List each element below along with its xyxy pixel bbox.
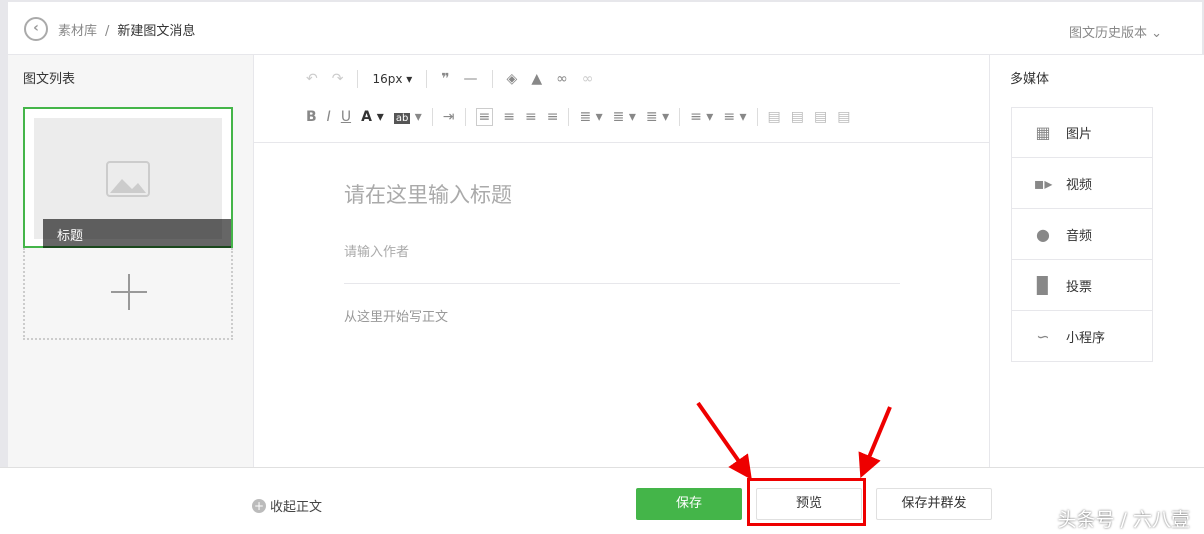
- editor-toolbar: ↶ ↷ 16px ▾ ❞ — ◈ ▲ ∞ ∞ B I U A ▾ ab ▾ ⇥ …: [254, 55, 990, 143]
- spacing-before-icon[interactable]: ≣ ▾: [579, 109, 602, 125]
- mini-program-icon: ∽: [1036, 326, 1050, 346]
- multimedia-title: 多媒体: [1010, 72, 1050, 87]
- microphone-icon: ●: [1036, 224, 1050, 244]
- media-label: 视频: [1066, 177, 1093, 193]
- media-image[interactable]: ▦ 图片: [1011, 107, 1153, 158]
- italic-icon[interactable]: I: [327, 109, 331, 125]
- save-button[interactable]: 保存: [636, 488, 742, 520]
- media-label: 图片: [1066, 127, 1093, 142]
- align-right-icon[interactable]: ≡: [525, 109, 537, 125]
- poll-icon: ▉: [1036, 275, 1050, 295]
- font-size-value: 16px: [372, 72, 403, 86]
- multimedia-panel: 多媒体 ▦ 图片 ▪▸ 视频 ● 音频 ▉ 投票 ∽ 小程序: [990, 55, 1204, 467]
- breadcrumb-separator: /: [105, 24, 110, 39]
- chevron-down-icon: ⌄: [1151, 26, 1162, 41]
- media-audio[interactable]: ● 音频: [1011, 209, 1153, 260]
- author-input[interactable]: 请输入作者: [344, 241, 409, 260]
- font-size-select[interactable]: 16px ▾: [372, 72, 412, 86]
- horizontal-rule-icon[interactable]: —: [464, 71, 478, 87]
- undo-icon[interactable]: ↶: [306, 71, 318, 87]
- save-and-publish-button[interactable]: 保存并群发: [876, 488, 992, 520]
- article-card[interactable]: 标题: [23, 107, 233, 248]
- image-icon: [106, 161, 150, 197]
- align-center-icon[interactable]: ≡: [503, 109, 515, 125]
- media-label: 投票: [1066, 279, 1093, 295]
- cover-placeholder: 标题: [34, 118, 231, 248]
- unlink-icon[interactable]: ∞: [582, 71, 594, 87]
- redo-icon[interactable]: ↷: [332, 71, 344, 87]
- title-input[interactable]: 请在这里输入标题: [344, 179, 512, 209]
- media-mini-program[interactable]: ∽ 小程序: [1011, 311, 1153, 362]
- link-icon[interactable]: ∞: [556, 71, 568, 87]
- page-title: 新建图文消息: [117, 24, 196, 39]
- media-label: 小程序: [1066, 330, 1106, 346]
- divider: [344, 283, 900, 284]
- plus-circle-icon: +: [252, 498, 266, 513]
- ordered-list-icon[interactable]: ≡ ▾: [690, 109, 713, 125]
- watermark: 头条号 / 六八壹: [1057, 509, 1190, 531]
- background-color-icon[interactable]: ab ▾: [393, 109, 422, 125]
- article-list-panel: 图文列表 标题: [8, 55, 253, 467]
- plus-icon: [111, 274, 147, 310]
- image-icon: ▦: [1035, 123, 1051, 142]
- video-icon: ▪▸: [1033, 173, 1053, 193]
- font-color-icon[interactable]: A ▾: [361, 109, 384, 125]
- align-justify-icon[interactable]: ≡: [547, 109, 559, 125]
- collapse-label: 收起正文: [270, 500, 323, 515]
- back-button[interactable]: ‹: [24, 17, 48, 41]
- line-height-icon[interactable]: ≣ ▾: [646, 109, 669, 125]
- format-brush-icon[interactable]: ▲: [531, 71, 542, 87]
- image-float-right-icon[interactable]: ▤: [791, 109, 804, 125]
- breadcrumb: 素材库 / 新建图文消息: [58, 20, 195, 39]
- bold-icon[interactable]: B: [306, 109, 317, 125]
- body-input[interactable]: 从这里开始写正文: [344, 306, 448, 325]
- history-label: 图文历史版本: [1068, 26, 1147, 41]
- media-poll[interactable]: ▉ 投票: [1011, 260, 1153, 311]
- red-arrows-annotation: [696, 401, 892, 480]
- spacing-after-icon[interactable]: ≣ ▾: [613, 109, 636, 125]
- card-caption: 标题: [43, 219, 231, 248]
- article-list-title: 图文列表: [23, 72, 76, 87]
- unordered-list-icon[interactable]: ≡ ▾: [723, 109, 746, 125]
- underline-icon[interactable]: U: [341, 109, 351, 125]
- align-left-icon[interactable]: ≡: [475, 108, 494, 126]
- breadcrumb-library-link[interactable]: 素材库: [58, 24, 97, 39]
- header: ‹ 素材库 / 新建图文消息 图文历史版本 ⌄: [8, 2, 1202, 55]
- image-inline-icon[interactable]: ▤: [814, 109, 827, 125]
- collapse-body-button[interactable]: + 收起正文: [252, 496, 322, 515]
- indent-icon[interactable]: ⇥: [443, 109, 455, 125]
- highlight-box: [747, 478, 866, 526]
- eraser-icon[interactable]: ◈: [507, 71, 518, 87]
- media-video[interactable]: ▪▸ 视频: [1011, 158, 1153, 209]
- add-article-button[interactable]: [23, 248, 233, 340]
- history-versions-dropdown[interactable]: 图文历史版本 ⌄: [1069, 22, 1162, 41]
- image-float-left-icon[interactable]: ▤: [768, 109, 781, 125]
- blockquote-icon[interactable]: ❞: [441, 71, 449, 87]
- footer: + 收起正文 保存 预览 保存并群发: [0, 467, 1204, 534]
- image-block-icon[interactable]: ▤: [837, 109, 850, 125]
- media-label: 音频: [1066, 228, 1093, 244]
